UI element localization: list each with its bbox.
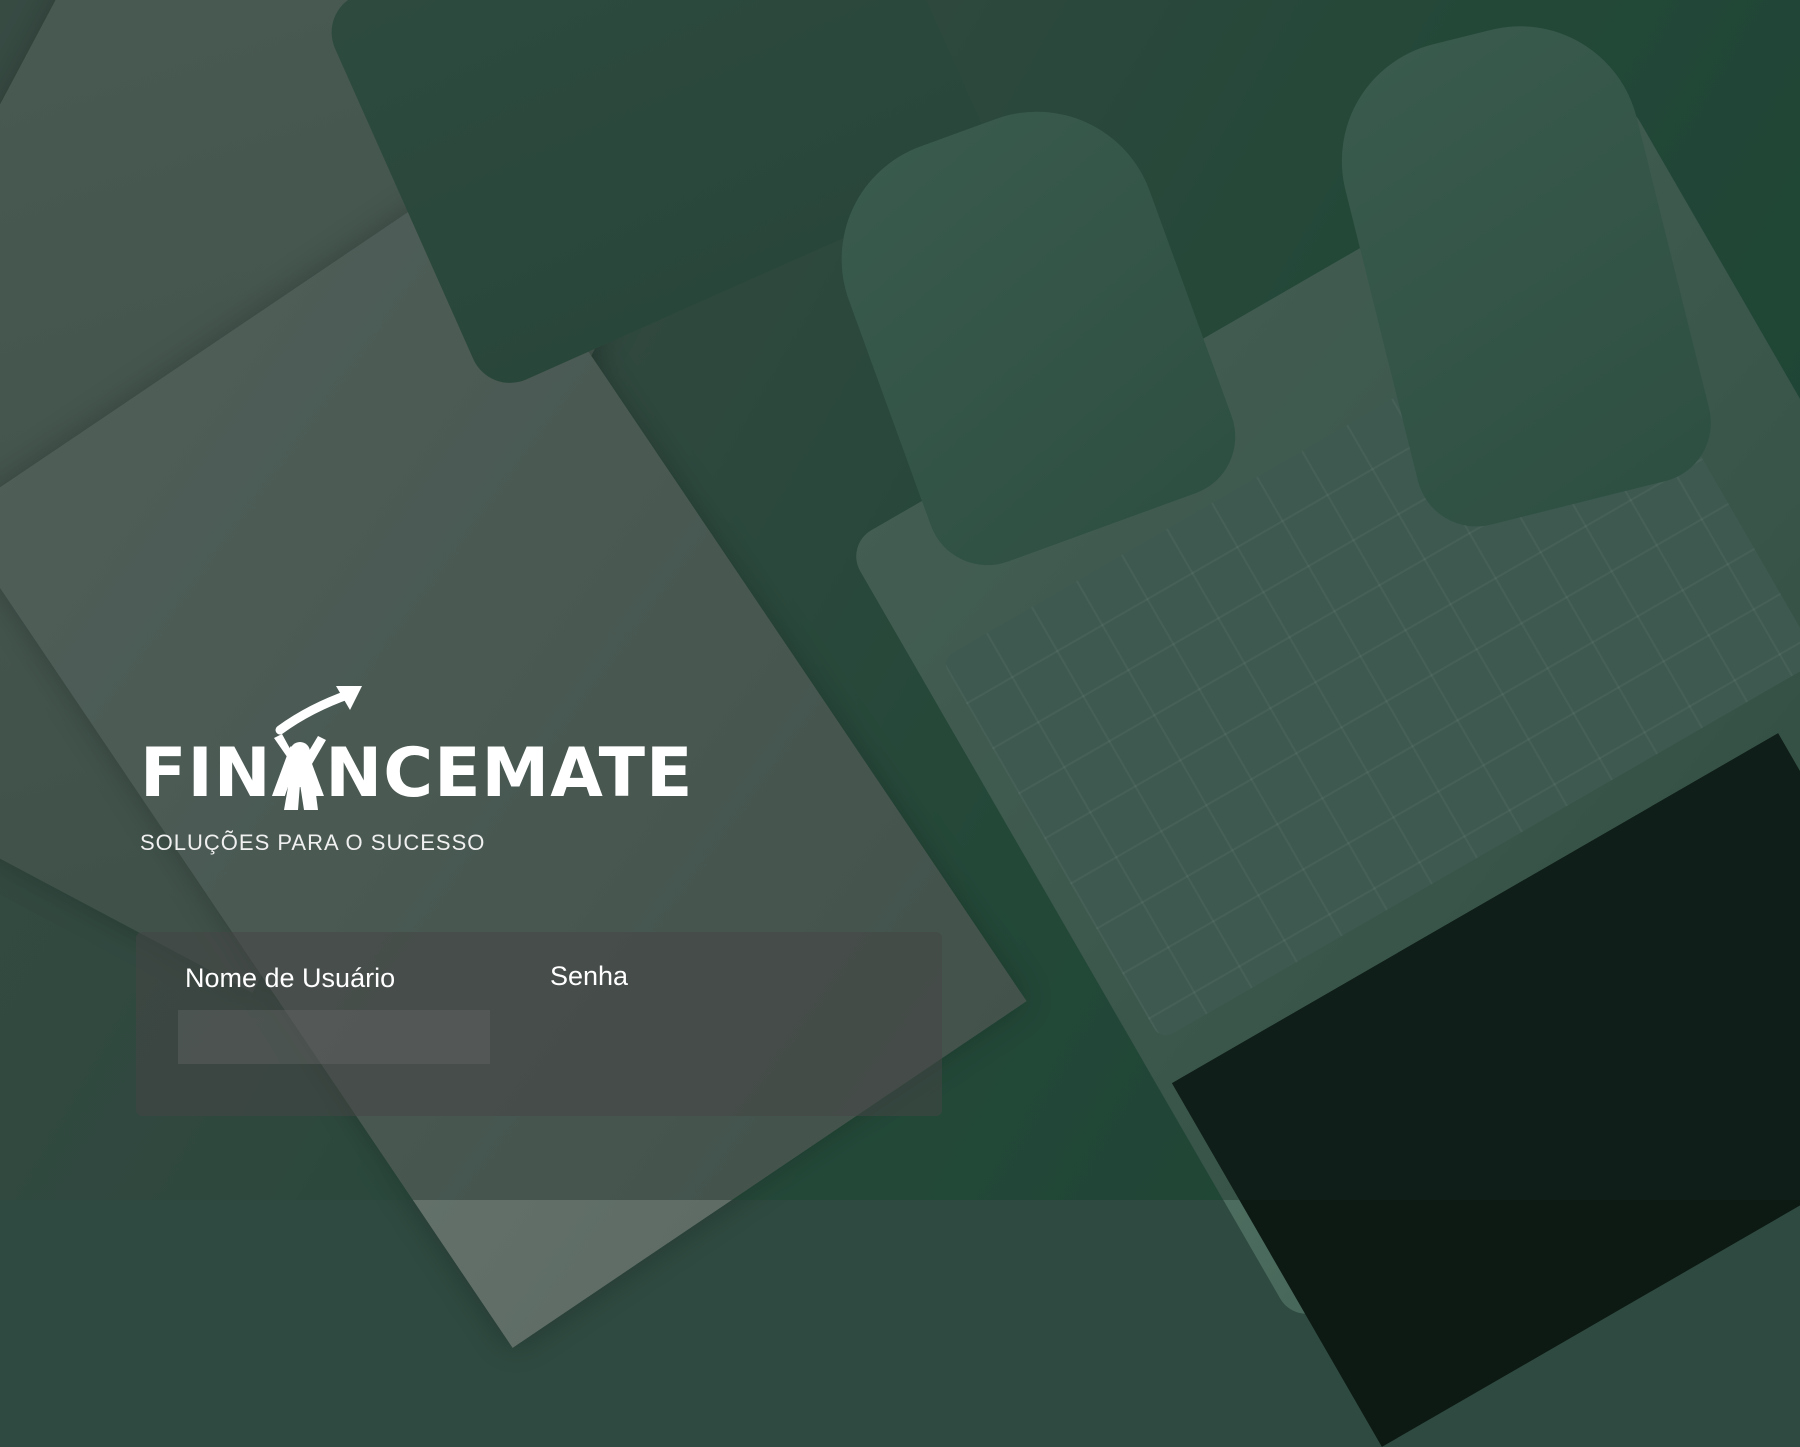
brand-logo: FINANCEMATE SOLUÇÕES PARA O SUCESSO	[140, 686, 694, 856]
username-input[interactable]	[178, 1010, 490, 1064]
password-input[interactable]	[540, 1010, 852, 1064]
username-label: Nome de Usuário	[185, 963, 396, 993]
person-arrow-up-icon	[274, 686, 362, 810]
brand-title: FINANCEMATE	[140, 734, 694, 813]
password-label: Senha	[550, 961, 629, 991]
brand-tagline: SOLUÇÕES PARA O SUCESSO	[140, 830, 486, 855]
